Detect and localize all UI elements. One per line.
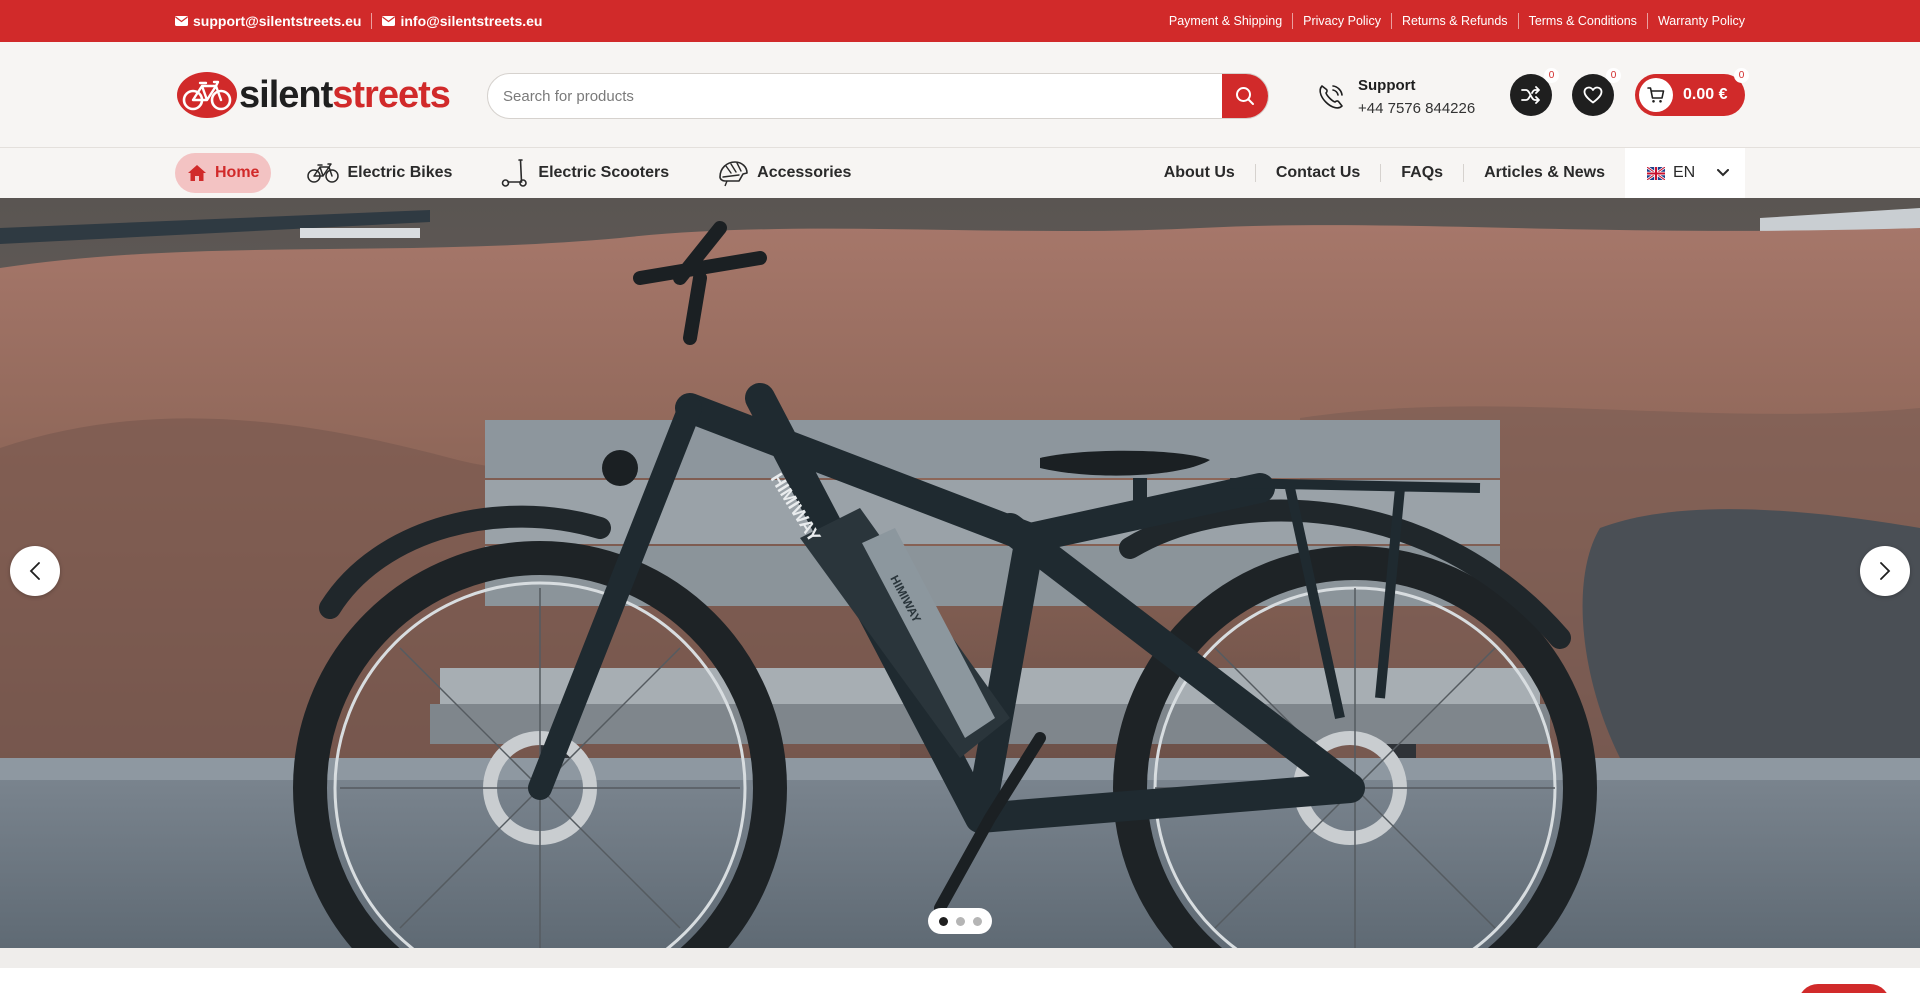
slider-dot-2[interactable] [955,916,965,926]
support-phone-number: +44 7576 844226 [1358,100,1476,117]
chevron-right-icon [1880,562,1891,580]
nav-home[interactable]: Home [175,153,272,193]
info-email-link[interactable]: info@silentstreets.eu [372,13,552,29]
logo-word-silent: silent [239,73,333,116]
scooter-icon [502,159,528,187]
returns-refunds-link[interactable]: Returns & Refunds [1392,14,1518,28]
support-email-link[interactable]: support@silentstreets.eu [175,13,371,29]
content-card [0,968,1920,993]
language-code: EN [1673,164,1696,181]
nav-electric-scooters-label: Electric Scooters [538,164,670,181]
wishlist-count-badge: 0 [1606,68,1621,83]
search-input[interactable] [488,74,1223,118]
compare-count-badge: 0 [1544,68,1559,83]
main-header: silentstreets Support +44 7576 844226 0 … [0,42,1920,148]
cart-button[interactable]: 0.00 € 0 [1635,68,1749,116]
info-nav: About Us Contact Us FAQs Articles & News… [1144,148,1745,198]
shuffle-compare-icon [1521,86,1540,104]
language-selector[interactable]: EN [1625,148,1745,198]
nav-electric-bikes-label: Electric Bikes [347,164,453,181]
wishlist-button[interactable]: 0 [1572,68,1621,116]
content-below-hero [0,948,1920,993]
nav-electric-bikes[interactable]: Electric Bikes [295,153,464,193]
nav-contact-us[interactable]: Contact Us [1256,164,1380,182]
payment-shipping-link[interactable]: Payment & Shipping [1159,14,1292,28]
compare-button[interactable]: 0 [1510,68,1559,116]
slider-prev-button[interactable] [10,546,60,596]
bicycle-icon [307,163,340,183]
hero-slider: HIMIWAY HIMIWAY [0,198,1920,948]
info-email-text: info@silentstreets.eu [400,13,543,29]
home-icon [188,165,206,181]
nav-articles-news[interactable]: Articles & News [1464,164,1625,182]
support-email-text: support@silentstreets.eu [193,13,362,29]
privacy-policy-link[interactable]: Privacy Policy [1293,14,1391,28]
policy-links: Payment & Shipping Privacy Policy Return… [1159,0,1745,42]
top-bar: support@silentstreets.eu info@silentstre… [0,0,1920,42]
support-title: Support [1358,77,1416,94]
category-nav: Home Electric Bikes Electric Scooters Ac… [175,153,887,193]
slider-dot-3[interactable] [972,916,982,926]
envelope-icon [175,16,188,26]
logo-wordmark: silentstreets [239,73,451,117]
nav-accessories-label: Accessories [757,164,852,181]
chevron-left-icon [29,562,40,580]
bicycle-logo-icon [177,72,237,118]
search-icon [1236,87,1254,105]
phone-call-icon [1319,85,1343,109]
shopping-cart-icon [1647,87,1665,103]
chevron-down-icon [1717,169,1730,177]
cart-count-badge: 0 [1734,68,1749,83]
nav-faqs[interactable]: FAQs [1381,164,1463,182]
support-contact[interactable]: Support +44 7576 844226 [1316,72,1475,122]
envelope-icon [382,16,396,26]
nav-accessories[interactable]: Accessories [705,153,863,193]
site-logo[interactable]: silentstreets [176,70,451,120]
cart-total: 0.00 € [1683,86,1728,103]
cart-icon-circle [1639,78,1673,112]
heart-icon [1583,86,1603,104]
floating-action-button[interactable] [1798,984,1890,993]
nav-home-label: Home [215,164,260,181]
contact-emails: support@silentstreets.eu info@silentstre… [175,0,553,42]
uk-flag-icon [1647,166,1665,180]
nav-electric-scooters[interactable]: Electric Scooters [488,153,681,193]
hero-bike-image: HIMIWAY HIMIWAY [0,198,1920,948]
slider-next-button[interactable] [1860,546,1910,596]
nav-about-us[interactable]: About Us [1144,164,1255,182]
main-navigation: Home Electric Bikes Electric Scooters Ac… [0,148,1920,198]
search-button[interactable] [1222,74,1268,118]
logo-word-streets: streets [332,73,451,116]
warranty-policy-link[interactable]: Warranty Policy [1648,14,1745,28]
terms-conditions-link[interactable]: Terms & Conditions [1519,14,1647,28]
slider-pagination [928,908,992,934]
product-search [487,73,1269,119]
helmet-icon [719,161,748,187]
slider-dot-1[interactable] [938,916,948,926]
